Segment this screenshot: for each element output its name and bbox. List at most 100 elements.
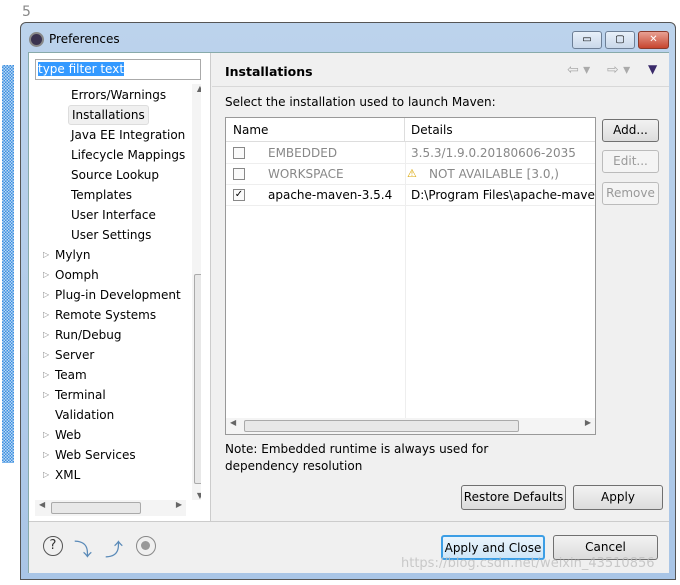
tree-item[interactable]: ▷ Terminal [43, 385, 106, 405]
installations-page: Installations ⇦ ▾ ⇨ ▾ ▼ Select the insta… [212, 53, 669, 521]
tree-item-label: Installations [72, 108, 145, 122]
forward-arrow-icon[interactable]: ⇨ ▾ [607, 62, 630, 78]
instruction-label: Select the installation used to launch M… [225, 95, 496, 109]
installation-name: EMBEDDED [268, 146, 338, 160]
tree-item[interactable]: ▷ Mylyn [43, 245, 91, 265]
tree-item[interactable]: ▷ Web Services [43, 445, 136, 465]
help-icon[interactable]: ? [43, 536, 63, 556]
preference-tree: ▲ ▼ Errors/Warnings Installations Java EE … [35, 84, 201, 500]
line-number: 5 [22, 4, 31, 20]
tree-item[interactable]: ▷ Oomph [43, 265, 99, 285]
import-icon[interactable]: ⤵ [74, 536, 92, 562]
record-icon[interactable] [136, 536, 156, 556]
tree-item-label: User Interface [71, 208, 156, 222]
installation-checkbox[interactable]: ✓ [233, 189, 245, 201]
tree-item-label: Plug-in Development [55, 288, 181, 302]
tree-item-label: Templates [71, 188, 133, 202]
tree-item-label: Mylyn [55, 248, 91, 262]
tree-item-label: Java EE Integration [71, 128, 186, 142]
tree-item[interactable]: ▷ XML [43, 465, 81, 485]
tree-item[interactable]: Errors/Warnings [71, 85, 166, 105]
tree-item-label: Web Services [55, 448, 136, 462]
tree-item[interactable]: Java EE Integration [71, 125, 185, 145]
close-button[interactable]: ✕ [638, 31, 669, 49]
minimize-button[interactable]: ▭ [572, 31, 602, 49]
export-icon[interactable]: ⤴ [105, 536, 123, 562]
header-divider [212, 86, 669, 87]
watermark: https://blog.csdn.net/weixin_43510856 [401, 556, 655, 571]
editor-selection-strip [2, 65, 14, 463]
preferences-gear-icon [29, 32, 44, 47]
tree-item-label: Remote Systems [55, 308, 157, 322]
column-header-name[interactable]: Name [226, 118, 405, 142]
installation-checkbox[interactable] [233, 147, 245, 159]
tree-item[interactable]: Validation [55, 405, 114, 425]
column-header-details[interactable]: Details [405, 118, 595, 142]
maximize-button[interactable]: ▢ [605, 31, 635, 49]
tree-item-label: Server [55, 348, 95, 362]
dialog-client: type filter text ▲ ▼ Errors/Warnings Inst… [28, 52, 669, 573]
warning-icon: ⚠ [407, 167, 417, 180]
expand-arrow-icon[interactable]: ▷ [43, 365, 49, 385]
expand-arrow-icon[interactable]: ▷ [43, 285, 49, 305]
installation-name: apache-maven-3.5.4 [268, 188, 393, 202]
installation-details: NOT AVAILABLE [3.0,) [429, 167, 559, 181]
table-horizontal-scrollbar[interactable]: ◀ ▶ [226, 418, 595, 434]
tree-item-label: Source Lookup [71, 168, 159, 182]
tree-item[interactable]: Templates [71, 185, 132, 205]
tree-item-label: Team [55, 368, 87, 382]
installations-table: Name Details EMBEDDED 3.5.3/1.9.0.201806… [225, 117, 596, 435]
tree-item[interactable]: User Settings [71, 225, 151, 245]
add-button[interactable]: Add... [602, 119, 659, 142]
filter-input[interactable]: type filter text [35, 59, 201, 80]
tree-item-label: Oomph [55, 268, 99, 282]
tree-vertical-scrollbar[interactable]: ▲ ▼ [192, 84, 201, 500]
tree-item-label: XML [55, 468, 81, 482]
expand-arrow-icon[interactable]: ▷ [43, 325, 49, 345]
installation-details: 3.5.3/1.9.0.20180606-2035 [411, 146, 576, 160]
tree-item-label: Terminal [55, 388, 106, 402]
restore-defaults-button[interactable]: Restore Defaults [461, 485, 566, 510]
expand-arrow-icon[interactable]: ▷ [43, 445, 49, 465]
tree-horizontal-scrollbar[interactable]: ◀ ▶ [35, 500, 186, 516]
tree-item-label: Web [55, 428, 82, 442]
installation-details: D:\Program Files\apache-maven [411, 188, 595, 202]
tree-item[interactable]: ▷ Team [43, 365, 87, 385]
preferences-window: Preferences ▭ ▢ ✕ type filter text ▲ ▼ E… [20, 22, 676, 580]
view-menu-icon[interactable]: ▼ [648, 62, 657, 76]
table-row[interactable]: EMBEDDED 3.5.3/1.9.0.20180606-2035 [226, 143, 595, 164]
page-title: Installations [225, 64, 313, 79]
expand-arrow-icon[interactable]: ▷ [43, 385, 49, 405]
installation-checkbox[interactable] [233, 168, 245, 180]
expand-arrow-icon[interactable]: ▷ [43, 345, 49, 365]
tree-item[interactable]: ▷ Web [43, 425, 82, 445]
window-title: Preferences [49, 32, 120, 46]
tree-item-label: Lifecycle Mappings [71, 148, 186, 162]
embedded-runtime-note: Note: Embedded runtime is always used fo… [225, 442, 489, 473]
tree-item-label: Validation [55, 408, 115, 422]
tree-item[interactable]: Installations [68, 105, 149, 125]
tree-item-label: User Settings [71, 228, 152, 242]
tree-item[interactable]: ▷ Plug-in Development [43, 285, 181, 305]
preference-tree-panel: type filter text ▲ ▼ Errors/Warnings Inst… [29, 53, 211, 521]
tree-item-label: Run/Debug [55, 328, 122, 342]
tree-item[interactable]: ▷ Run/Debug [43, 325, 122, 345]
tree-item[interactable]: Lifecycle Mappings [71, 145, 185, 165]
expand-arrow-icon[interactable]: ▷ [43, 265, 49, 285]
expand-arrow-icon[interactable]: ▷ [43, 245, 49, 265]
tree-item[interactable]: Source Lookup [71, 165, 159, 185]
dialog-footer: ? ⤵ ⤴ Apply and Close Cancel https://blo… [29, 521, 669, 573]
tree-item-label: Errors/Warnings [71, 88, 167, 102]
expand-arrow-icon[interactable]: ▷ [43, 465, 49, 485]
table-row[interactable]: WORKSPACE ⚠ NOT AVAILABLE [3.0,) [226, 164, 595, 185]
edit-button[interactable]: Edit... [602, 150, 659, 173]
tree-item[interactable]: ▷ Server [43, 345, 95, 365]
apply-button[interactable]: Apply [573, 485, 663, 510]
expand-arrow-icon[interactable]: ▷ [43, 305, 49, 325]
tree-item[interactable]: ▷ Remote Systems [43, 305, 157, 325]
back-arrow-icon[interactable]: ⇦ ▾ [567, 62, 590, 78]
table-row[interactable]: ✓ apache-maven-3.5.4 D:\Program Files\ap… [226, 185, 595, 206]
remove-button[interactable]: Remove [602, 182, 659, 205]
tree-item[interactable]: User Interface [71, 205, 156, 225]
expand-arrow-icon[interactable]: ▷ [43, 425, 49, 445]
